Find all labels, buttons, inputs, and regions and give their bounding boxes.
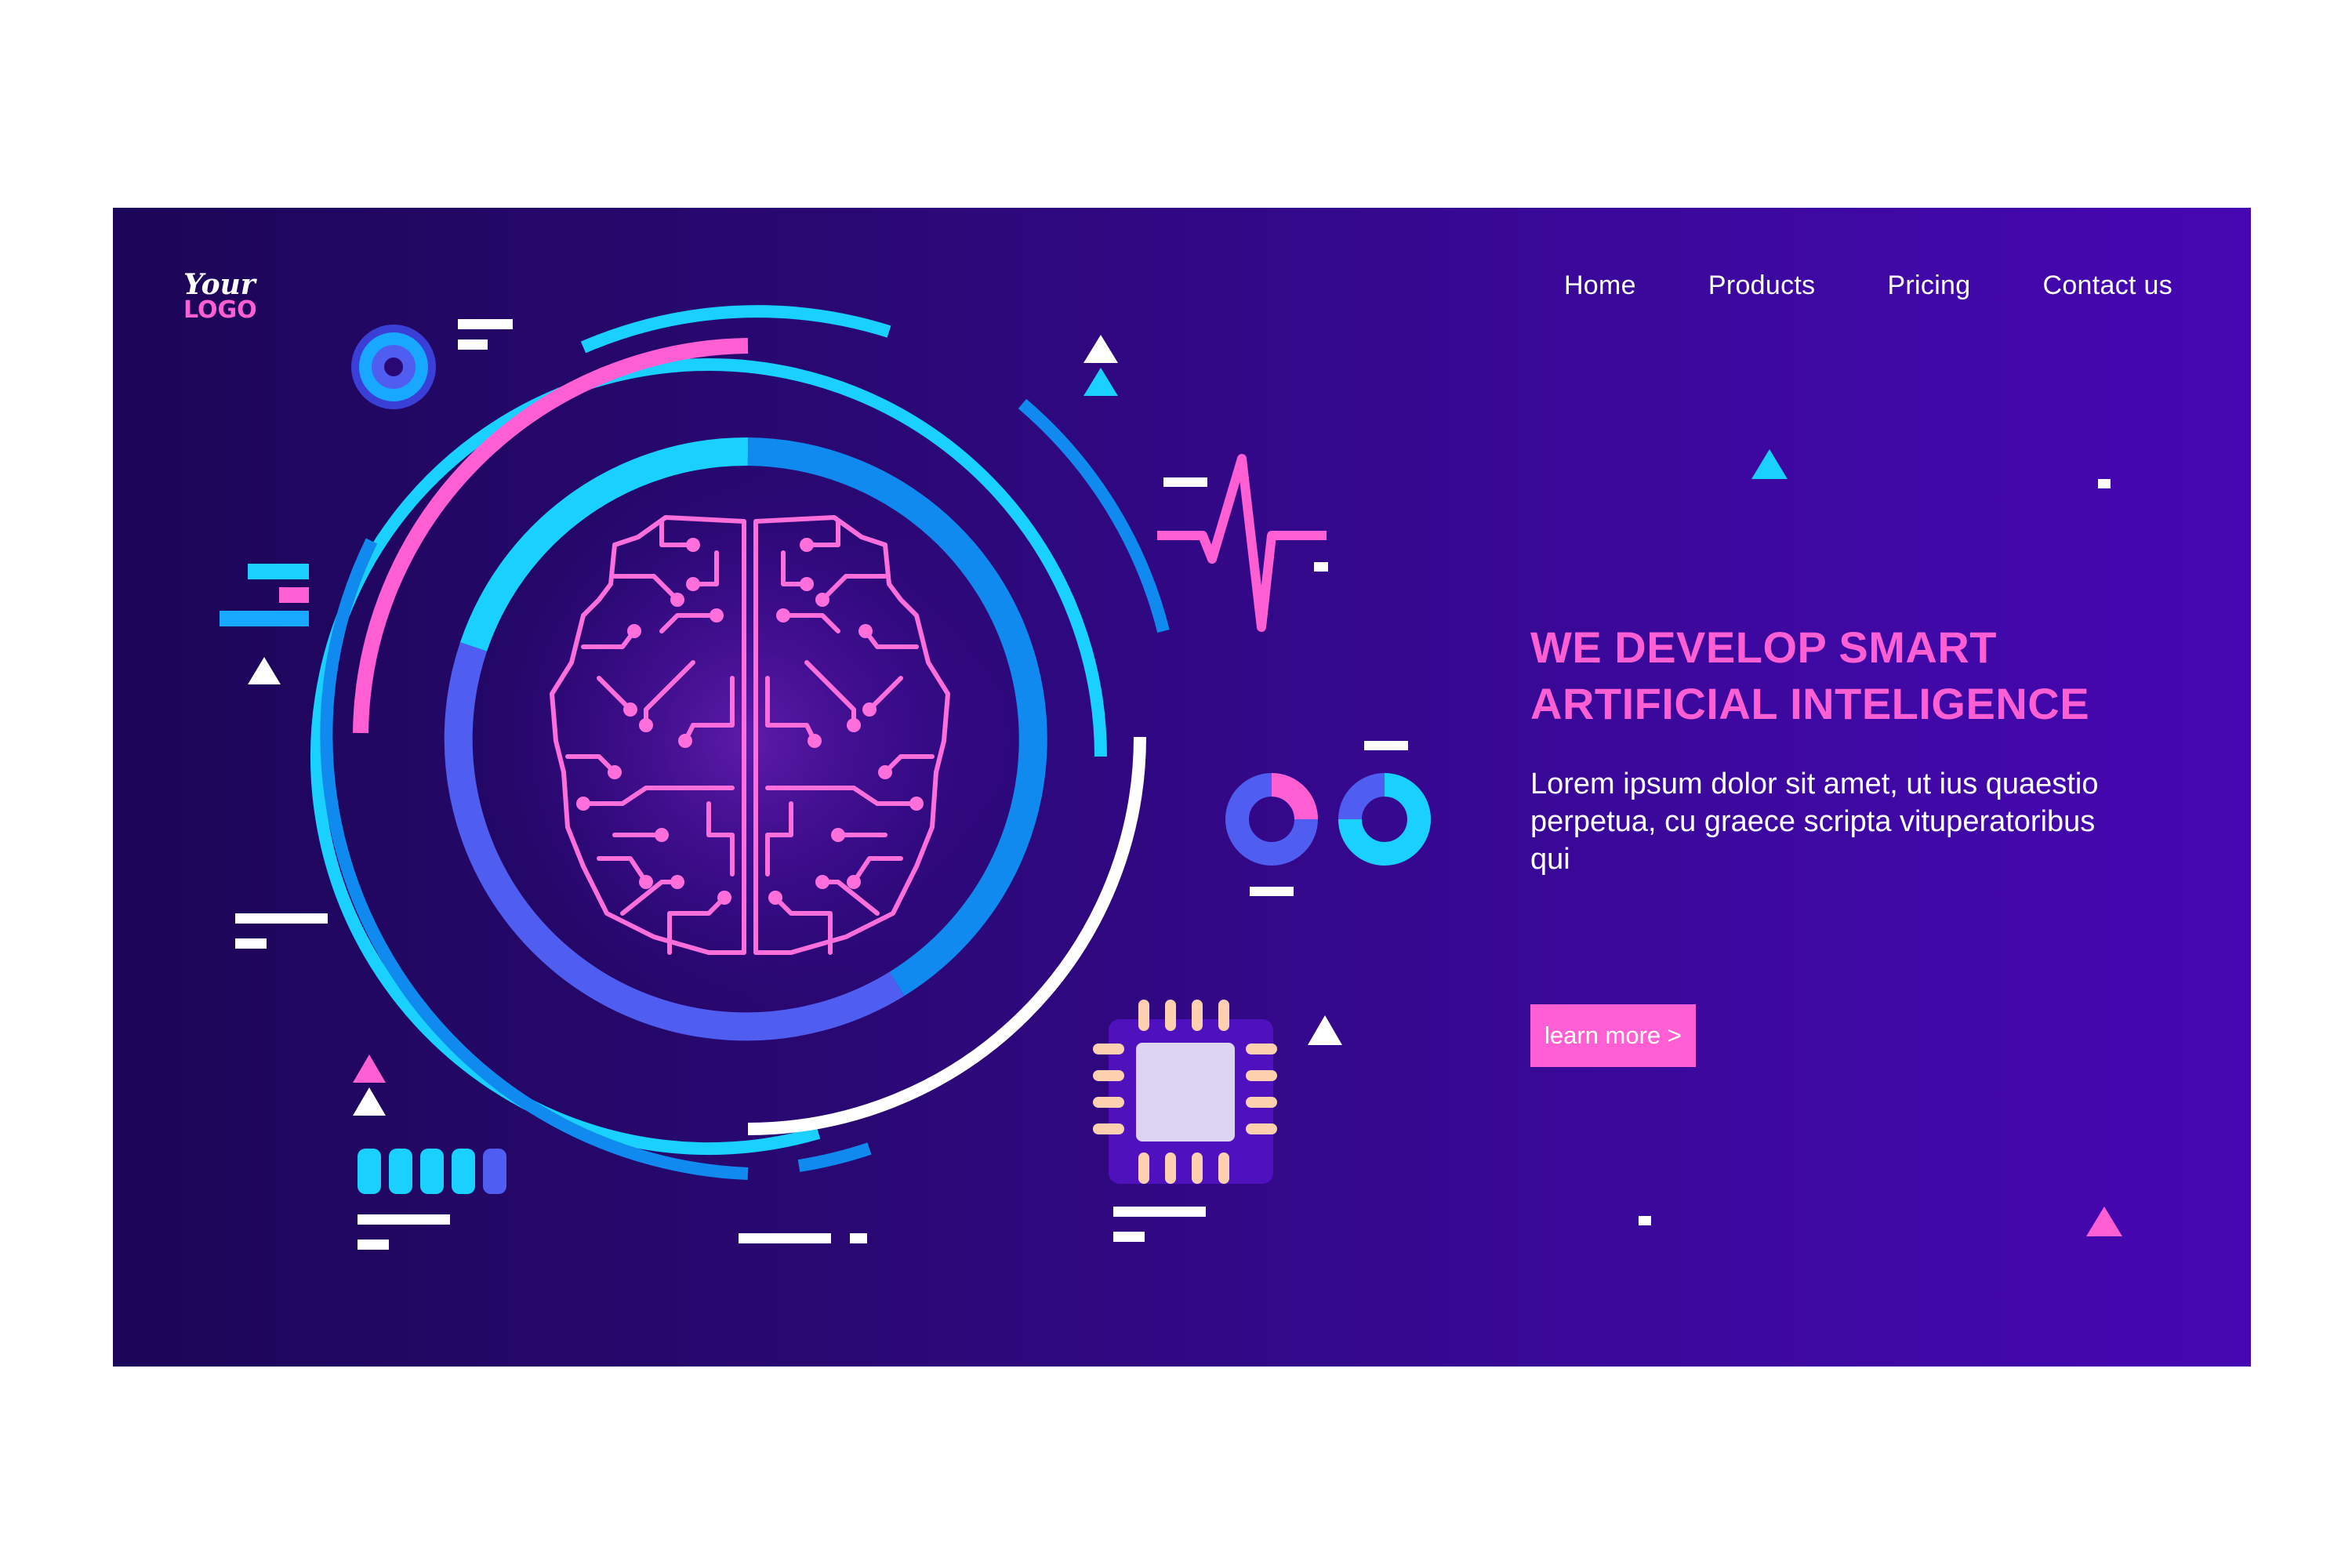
triangle-icon bbox=[248, 657, 281, 684]
nav-home-link[interactable]: Home bbox=[1564, 270, 1636, 301]
nav-contact-link[interactable]: Contact us bbox=[2042, 270, 2172, 301]
donut-chart-icon bbox=[1225, 773, 1318, 866]
decor-dash bbox=[1314, 562, 1328, 572]
decor-dash bbox=[1364, 741, 1408, 750]
decor-dash bbox=[458, 319, 513, 329]
blue-right-arc bbox=[1018, 398, 1170, 633]
main-nav: Home Products Pricing Contact us bbox=[1564, 270, 2172, 301]
donut-chart-icon bbox=[1338, 773, 1431, 866]
hero-headline-line1: WE DEVELOP SMART bbox=[1530, 622, 1998, 672]
triangle-icon bbox=[1083, 368, 1118, 396]
triangle-icon bbox=[1308, 1015, 1342, 1045]
decor-bar bbox=[220, 611, 309, 626]
triangle-icon bbox=[1083, 335, 1118, 363]
nav-products-link[interactable]: Products bbox=[1708, 270, 1816, 301]
battery-cells-icon bbox=[358, 1149, 506, 1194]
decor-dash bbox=[235, 913, 328, 924]
decor-bar bbox=[279, 587, 309, 603]
decor-dash bbox=[358, 1240, 389, 1250]
hero-section: WE DEVELOP SMART ARTIFICIAL INTELIGENCE … bbox=[1530, 619, 2158, 878]
hero-headline-line2: ARTIFICIAL INTELIGENCE bbox=[1530, 679, 2090, 728]
decor-dash bbox=[1163, 477, 1207, 487]
decor-dash bbox=[358, 1214, 450, 1225]
decor-dash bbox=[1639, 1216, 1651, 1225]
triangle-icon bbox=[2086, 1207, 2122, 1236]
triangle-icon bbox=[1751, 449, 1788, 479]
page-frame: Your LOGO Home Products Pricing Contact … bbox=[0, 0, 2352, 1568]
decor-dash bbox=[458, 339, 488, 350]
gear-icon bbox=[351, 325, 436, 409]
triangle-icon bbox=[353, 1054, 386, 1083]
hero-body-text: Lorem ipsum dolor sit amet, ut ius quaes… bbox=[1530, 768, 2099, 876]
decor-bar bbox=[248, 564, 309, 579]
decor-dash bbox=[850, 1233, 867, 1243]
learn-more-button[interactable]: learn more > bbox=[1530, 1004, 1696, 1067]
decor-dash bbox=[2098, 479, 2111, 488]
decor-dash bbox=[1113, 1232, 1145, 1242]
hero-headline: WE DEVELOP SMART ARTIFICIAL INTELIGENCE bbox=[1530, 619, 2158, 732]
logo-line-logo: LOGO bbox=[183, 296, 257, 324]
brand-logo[interactable]: Your LOGO bbox=[183, 270, 270, 322]
landing-banner: Your LOGO Home Products Pricing Contact … bbox=[113, 208, 2251, 1367]
nav-pricing-link[interactable]: Pricing bbox=[1887, 270, 1970, 301]
decor-dash bbox=[1250, 887, 1294, 896]
blue-bottom-arc bbox=[797, 1142, 872, 1172]
decor-dash bbox=[1113, 1207, 1206, 1217]
decor-dash bbox=[235, 938, 267, 949]
logo-line-your: Your bbox=[183, 268, 256, 301]
triangle-icon bbox=[353, 1087, 386, 1116]
cpu-chip-icon bbox=[1093, 1000, 1277, 1184]
decor-dash bbox=[739, 1233, 831, 1243]
